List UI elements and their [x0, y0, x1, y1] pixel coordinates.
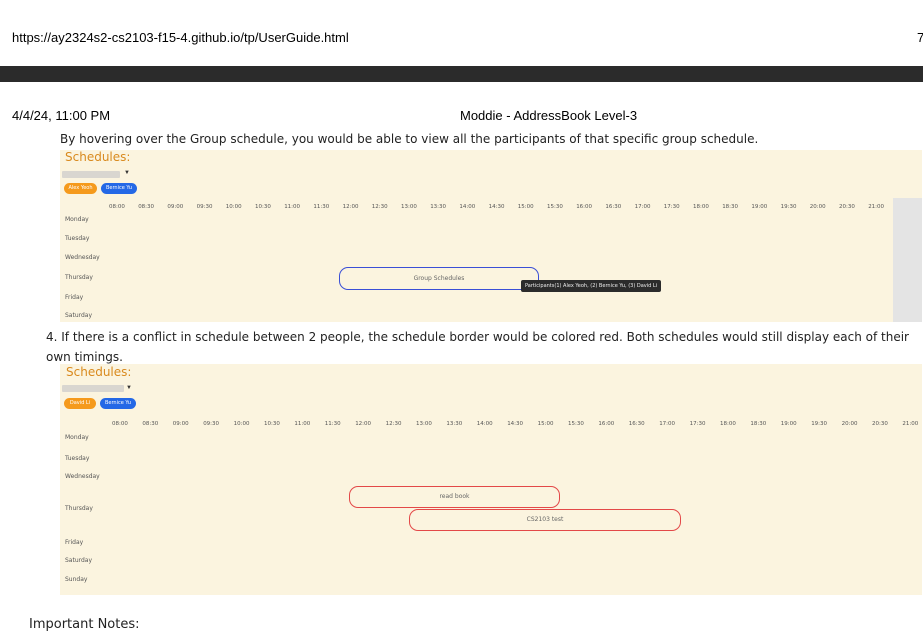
time-tick-label: 09:30	[203, 421, 220, 427]
schedule-dropdown[interactable]	[62, 171, 120, 178]
time-tick-label: 11:00	[294, 421, 311, 427]
time-tick-label: 19:30	[811, 421, 828, 427]
schedule-dropdown[interactable]	[62, 385, 124, 392]
time-tick-label: 17:30	[663, 204, 680, 210]
time-tick-label: 20:00	[841, 421, 858, 427]
time-tick-label: 13:00	[401, 204, 417, 210]
time-tick-label: 09:30	[196, 204, 213, 210]
time-tick-label: 09:00	[172, 421, 189, 427]
time-tick-label: 10:00	[233, 421, 250, 427]
day-label: Monday	[65, 434, 89, 441]
time-tick-label: 19:30	[780, 204, 797, 210]
chevron-down-icon[interactable]: ▼	[126, 385, 132, 391]
day-label: Wednesday	[65, 254, 100, 261]
time-tick-label: 16:00	[576, 204, 593, 210]
day-label: Tuesday	[65, 235, 90, 242]
time-tick-label: 13:30	[430, 204, 447, 210]
schedules-panel-group: Schedules: ▼ Alex Yeoh Bernice Yu 08:00 0…	[60, 150, 922, 322]
time-tick-label: 14:00	[476, 421, 493, 427]
document-title: Moddie - AddressBook Level-3	[460, 108, 638, 123]
chevron-down-icon[interactable]: ▼	[124, 170, 130, 176]
time-tick-label: 15:30	[568, 421, 584, 427]
time-tick-label: 08:30	[138, 204, 155, 210]
address-bar-url[interactable]: https://ay2324s2-cs2103-f15-4.github.io/…	[12, 30, 349, 45]
time-tick-label: 14:00	[459, 204, 476, 210]
time-tick-label: 09:00	[167, 204, 184, 210]
time-tick-label: 08:00	[109, 204, 125, 210]
time-tick-label: 17:00	[659, 421, 676, 427]
day-label: Monday	[65, 216, 89, 223]
time-tick-label: 20:00	[809, 204, 826, 210]
schedule-block-read-book[interactable]: read book	[349, 486, 560, 508]
time-tick-label: 10:00	[225, 204, 242, 210]
time-tick-label: 14:30	[507, 421, 524, 427]
day-label: Friday	[65, 539, 84, 546]
schedule-block-cs2103-test[interactable]: CS2103 test	[409, 509, 681, 531]
time-tick-label: 12:00	[342, 204, 359, 210]
time-tick-label: 12:30	[385, 421, 402, 427]
time-tick-label: 17:00	[634, 204, 651, 210]
schedules-panel-conflict: Schedules: ▼ David Li Bernice Yu 08:00 08…	[60, 364, 922, 595]
group-schedule-block[interactable]: Group Schedules	[339, 267, 539, 290]
time-tick-label: 11:30	[324, 421, 341, 427]
time-tick-label: 18:30	[750, 421, 767, 427]
print-datetime: 4/4/24, 11:00 PM	[12, 108, 111, 123]
day-label: Tuesday	[65, 455, 90, 462]
time-tick-label: 11:00	[284, 204, 301, 210]
schedules-title: Schedules:	[66, 365, 132, 379]
time-tick-label: 21:00	[868, 204, 885, 210]
time-tick-label: 08:30	[142, 421, 159, 427]
day-label: Saturday	[65, 312, 93, 319]
time-tick-label: 14:30	[488, 204, 505, 210]
timetable-scrollbar[interactable]	[893, 198, 922, 322]
important-notes-heading: Important Notes:	[29, 617, 140, 632]
time-tick-label: 13:00	[416, 421, 432, 427]
schedules-title: Schedules:	[65, 150, 131, 164]
time-tick-label: 18:00	[720, 421, 736, 427]
time-tick-label: 13:30	[446, 421, 463, 427]
person-chip[interactable]: Bernice Yu	[100, 398, 136, 409]
participants-tooltip: Participants(1) Alex Yeoh, (2) Bernice Y…	[521, 280, 662, 292]
day-label: Thursday	[65, 505, 93, 512]
day-label: Wednesday	[65, 473, 100, 480]
time-tick-label: 16:30	[605, 204, 622, 210]
time-tick-label: 16:30	[628, 421, 645, 427]
time-tick-label: 20:30	[872, 421, 888, 427]
time-tick-label: 12:30	[371, 204, 388, 210]
time-tick-label: 10:30	[264, 421, 280, 427]
time-tick-label: 12:00	[355, 421, 372, 427]
time-tick-label: 15:00	[517, 204, 534, 210]
person-chip[interactable]: David Li	[64, 398, 96, 409]
day-label: Sunday	[65, 576, 88, 583]
time-tick-label: 08:00	[112, 421, 128, 427]
time-tick-label: 19:00	[751, 204, 768, 210]
time-tick-label: 10:30	[255, 204, 271, 210]
day-label: Thursday	[65, 274, 93, 281]
time-tick-label: 11:30	[313, 204, 330, 210]
person-chip[interactable]: Alex Yeoh	[64, 183, 97, 194]
time-tick-label: 15:00	[537, 421, 554, 427]
page-nav-bar	[0, 66, 923, 82]
hover-paragraph: By hovering over the Group schedule, you…	[60, 132, 759, 146]
time-tick-label: 16:00	[598, 421, 615, 427]
day-label: Saturday	[65, 557, 93, 564]
time-tick-label: 20:30	[839, 204, 855, 210]
time-tick-label: 15:30	[547, 204, 563, 210]
day-label: Friday	[65, 294, 84, 301]
time-tick-label: 21:00	[902, 421, 919, 427]
time-tick-label: 19:00	[780, 421, 797, 427]
conflict-paragraph: 4. If there is a conflict in schedule be…	[46, 330, 909, 364]
time-tick-label: 18:30	[722, 204, 739, 210]
time-tick-label: 17:30	[689, 421, 706, 427]
time-tick-label: 18:00	[693, 204, 709, 210]
clipped-text: 7	[917, 30, 923, 45]
person-chip[interactable]: Bernice Yu	[101, 183, 137, 194]
